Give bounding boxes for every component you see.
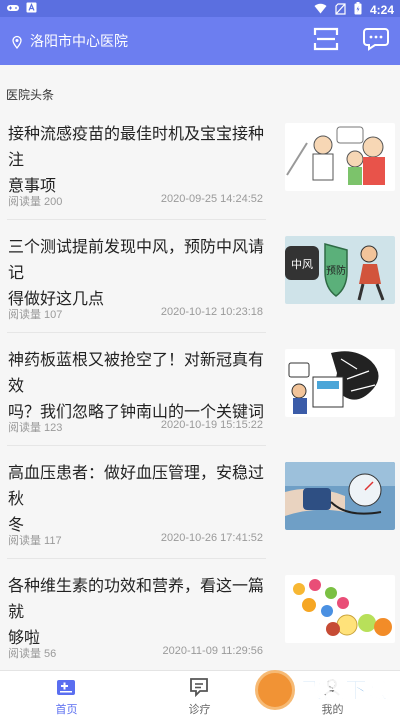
home-icon bbox=[56, 677, 76, 697]
status-time: 4:24 bbox=[369, 3, 394, 17]
hospital-location[interactable]: 洛阳市中心医院 bbox=[30, 31, 128, 51]
news-thumbnail: 中风 预防 bbox=[285, 236, 395, 304]
location-pin-icon bbox=[10, 34, 24, 50]
news-title: 三个测试提前发现中风，预防中风请记 得做好这几点 bbox=[8, 235, 270, 313]
watermark-logo bbox=[255, 669, 295, 710]
status-bar: 4:24 bbox=[0, 0, 400, 17]
tab-home[interactable]: 首页 bbox=[0, 671, 133, 717]
news-title: 接种流感疫苗的最佳时机及宝宝接种注 意事项 bbox=[8, 122, 270, 200]
battery-icon bbox=[354, 2, 362, 18]
tab-label: 诊疗 bbox=[188, 704, 211, 716]
consult-icon bbox=[189, 677, 209, 698]
publish-date: 2020-10-19 15:15:22 bbox=[160, 419, 263, 431]
read-count: 阅读量 200 bbox=[8, 196, 63, 208]
scan-icon bbox=[313, 27, 339, 55]
news-title-line: 神药板蓝根又被抢空了！对新冠真有效 bbox=[8, 352, 265, 395]
news-list: 接种流感疫苗的最佳时机及宝宝接种注 意事项 阅读量 200 2020-09-25… bbox=[0, 107, 400, 672]
scan-button[interactable] bbox=[312, 27, 340, 55]
read-count: 阅读量 56 bbox=[8, 648, 57, 660]
news-meta: 阅读量 107 2020-10-12 10:23:18 bbox=[8, 306, 263, 322]
news-thumbnail bbox=[285, 349, 395, 417]
news-meta: 阅读量 123 2020-10-19 15:15:22 bbox=[8, 419, 263, 435]
a-icon bbox=[26, 2, 37, 16]
app-bar: 洛阳市中心医院 bbox=[0, 17, 400, 65]
tab-label: 首页 bbox=[55, 704, 78, 716]
watermark-text-svg: 飞翔下载 bbox=[301, 677, 390, 704]
publish-date: 2020-10-26 17:41:52 bbox=[160, 532, 263, 544]
wifi-icon bbox=[314, 3, 327, 17]
watermark: 飞翔下载 bbox=[255, 662, 400, 717]
status-right: 4:24 bbox=[314, 2, 394, 18]
watermark-text: 飞翔下载 bbox=[301, 678, 389, 704]
news-title: 高血压患者：做好血压管理，安稳过秋 冬 bbox=[8, 461, 270, 539]
news-title-line: 各种维生素的功效和营养，看这一篇就 bbox=[8, 578, 265, 621]
news-thumbnail bbox=[285, 462, 395, 530]
chat-button[interactable] bbox=[362, 27, 390, 55]
news-meta: 阅读量 56 2020-11-09 11:29:56 bbox=[8, 645, 263, 661]
app-actions bbox=[312, 27, 390, 55]
news-thumbnail bbox=[285, 123, 395, 191]
news-item[interactable]: 高血压患者：做好血压管理，安稳过秋 冬 阅读量 117 2020-10-26 1… bbox=[0, 446, 400, 559]
news-title: 各种维生素的功效和营养，看这一篇就 够啦 bbox=[8, 574, 270, 652]
news-item[interactable]: 各种维生素的功效和营养，看这一篇就 够啦 阅读量 56 2020-11-09 1… bbox=[0, 559, 400, 672]
news-title: 神药板蓝根又被抢空了！对新冠真有效 吗？我们忽略了钟南山的一个关键词 bbox=[8, 348, 270, 426]
news-title-line: 接种流感疫苗的最佳时机及宝宝接种注 bbox=[8, 126, 265, 169]
tab-consult[interactable]: 诊疗 bbox=[133, 671, 266, 717]
status-left bbox=[6, 2, 37, 16]
news-meta: 阅读量 117 2020-10-26 17:41:52 bbox=[8, 532, 263, 548]
section-title: 医院头条 bbox=[6, 88, 55, 102]
read-count: 阅读量 107 bbox=[8, 309, 63, 321]
news-item[interactable]: 接种流感疫苗的最佳时机及宝宝接种注 意事项 阅读量 200 2020-09-25… bbox=[0, 107, 400, 220]
thumb-label-stroke: 中风 bbox=[291, 258, 313, 271]
publish-date: 2020-09-25 14:24:52 bbox=[160, 193, 263, 205]
news-meta: 阅读量 200 2020-09-25 14:24:52 bbox=[8, 193, 263, 209]
publish-date: 2020-10-12 10:23:18 bbox=[160, 306, 263, 318]
read-count: 阅读量 123 bbox=[8, 422, 63, 434]
news-title-line: 三个测试提前发现中风，预防中风请记 bbox=[8, 239, 265, 282]
news-item[interactable]: 三个测试提前发现中风，预防中风请记 得做好这几点 阅读量 107 2020-10… bbox=[0, 220, 400, 333]
news-item[interactable]: 神药板蓝根又被抢空了！对新冠真有效 吗？我们忽略了钟南山的一个关键词 阅读量 1… bbox=[0, 333, 400, 446]
news-title-line: 高血压患者：做好血压管理，安稳过秋 bbox=[8, 465, 265, 508]
news-thumbnail bbox=[285, 575, 395, 643]
chat-icon bbox=[363, 27, 389, 55]
read-count: 阅读量 117 bbox=[8, 535, 62, 547]
gamepad-icon bbox=[6, 3, 20, 16]
publish-date: 2020-11-09 11:29:56 bbox=[162, 645, 263, 657]
thumb-label-prevent: 预防 bbox=[326, 264, 346, 277]
no-sim-icon bbox=[335, 2, 346, 18]
